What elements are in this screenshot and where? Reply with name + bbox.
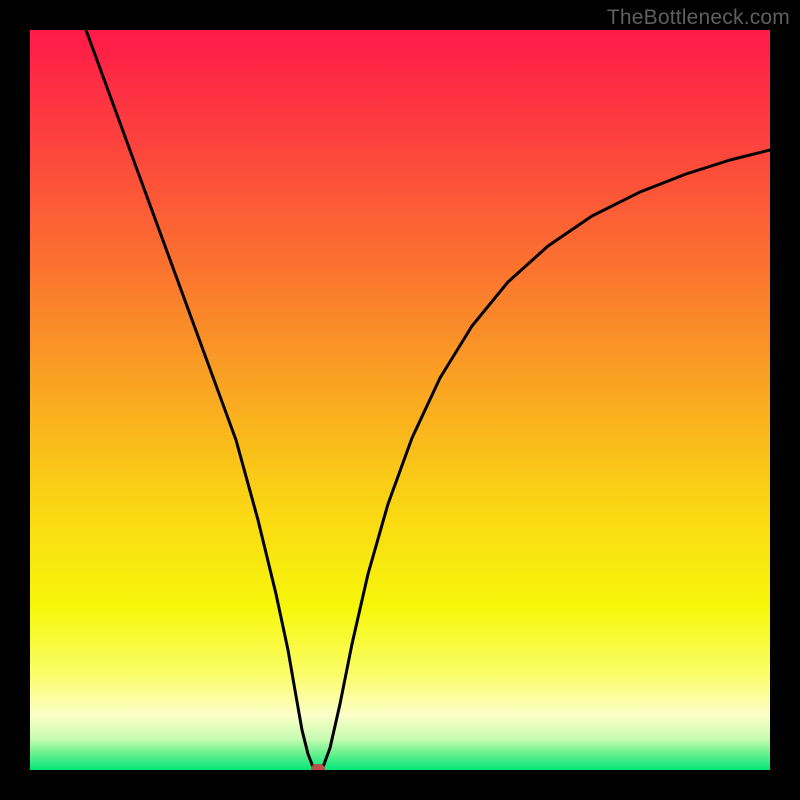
plot-svg: [30, 30, 770, 770]
watermark-text: TheBottleneck.com: [607, 6, 790, 30]
optimum-marker: [311, 764, 325, 770]
plot-area: [30, 30, 770, 770]
gradient-background: [30, 30, 770, 770]
chart-frame: TheBottleneck.com: [0, 0, 800, 800]
